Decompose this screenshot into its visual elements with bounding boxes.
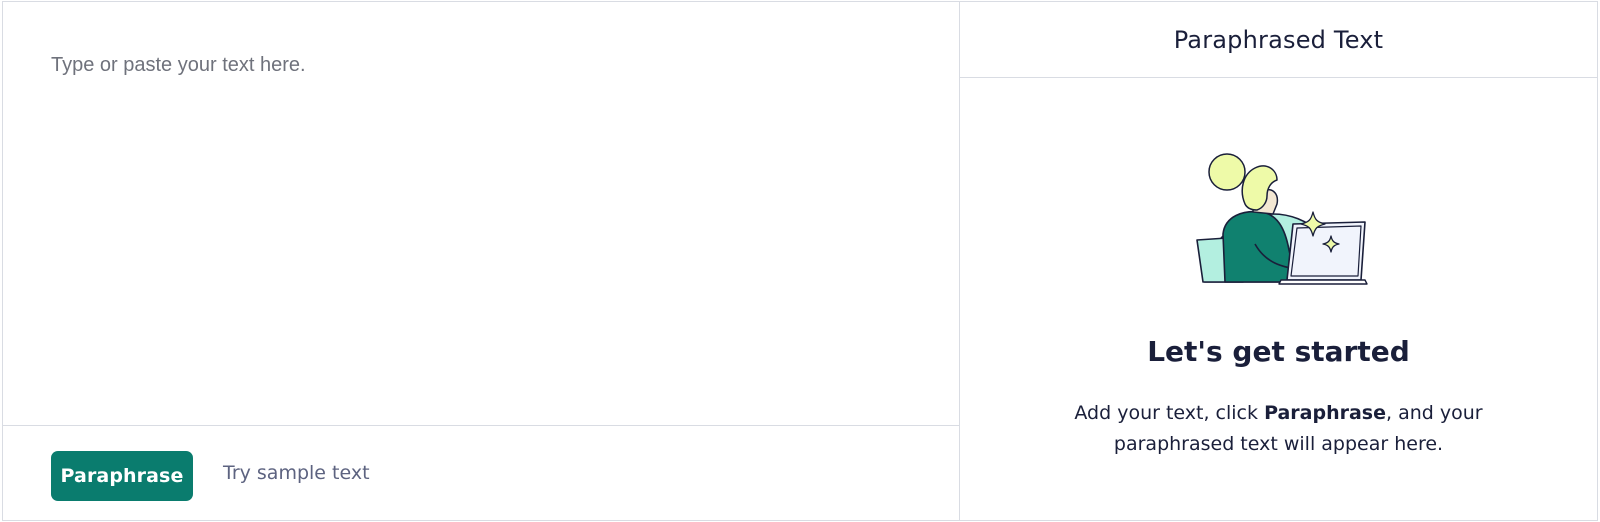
empty-desc-text-start: Add your text, click xyxy=(1074,402,1265,424)
paraphraser-app: Paraphrase Try sample text Paraphrased T… xyxy=(0,0,1600,522)
output-title: Paraphrased Text xyxy=(1173,25,1384,54)
empty-state-description: Add your text, click Paraphrase, and you… xyxy=(1020,398,1537,460)
empty-desc-bold: Paraphrase xyxy=(1264,402,1387,424)
text-input[interactable] xyxy=(3,2,960,425)
person-at-laptop-illustration xyxy=(1185,152,1385,292)
try-sample-text-link[interactable]: Try sample text xyxy=(223,462,370,484)
output-header: Paraphrased Text xyxy=(960,2,1597,78)
input-footer: Paraphrase Try sample text xyxy=(3,425,960,522)
paraphrase-button[interactable]: Paraphrase xyxy=(51,451,193,501)
empty-state-heading: Let's get started xyxy=(1147,335,1410,368)
input-panel: Paraphrase Try sample text xyxy=(2,1,960,522)
output-panel: Paraphrased Text Let's get started Add y… xyxy=(959,1,1598,521)
